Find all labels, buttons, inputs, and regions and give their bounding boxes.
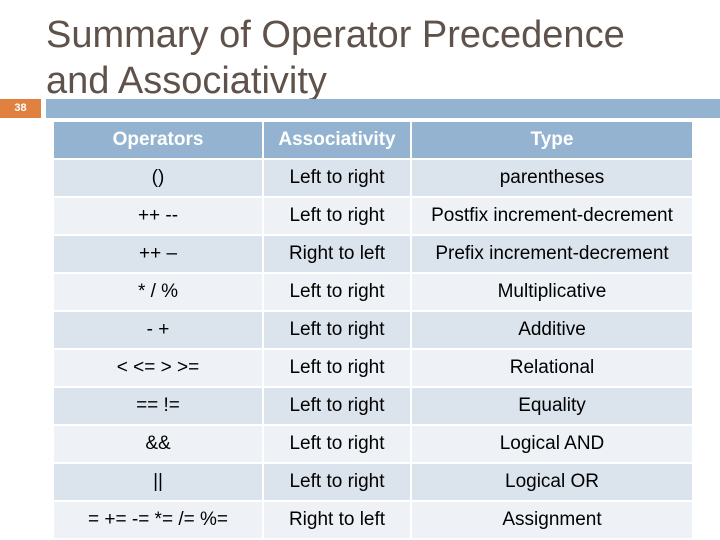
type-cell: Relational — [412, 350, 692, 386]
table-row: - + Left to right Additive — [54, 312, 692, 348]
type-cell: parentheses — [412, 160, 692, 196]
operators-cell: () — [54, 160, 262, 196]
table-row: && Left to right Logical AND — [54, 426, 692, 462]
slide-title: Summary of Operator Precedence and Assoc… — [46, 14, 625, 102]
type-cell: Multiplicative — [412, 274, 692, 310]
table-row: || Left to right Logical OR — [54, 464, 692, 500]
associativity-cell: Left to right — [264, 274, 410, 310]
operator-precedence-table: Operators Associativity Type () Left to r… — [52, 120, 694, 540]
operators-cell: && — [54, 426, 262, 462]
associativity-cell: Left to right — [264, 198, 410, 234]
operators-cell: - + — [54, 312, 262, 348]
table-row: == != Left to right Equality — [54, 388, 692, 424]
associativity-cell: Right to left — [264, 502, 410, 538]
type-cell: Logical OR — [412, 464, 692, 500]
table-row: () Left to right parentheses — [54, 160, 692, 196]
type-cell: Prefix increment-decrement — [412, 236, 692, 272]
associativity-cell: Left to right — [264, 312, 410, 348]
column-header-type: Type — [412, 122, 692, 158]
type-cell: Assignment — [412, 502, 692, 538]
operators-cell: ++ – — [54, 236, 262, 272]
type-cell: Additive — [412, 312, 692, 348]
table-row: * / % Left to right Multiplicative — [54, 274, 692, 310]
operators-cell: = += -= *= /= %= — [54, 502, 262, 538]
operators-cell: || — [54, 464, 262, 500]
associativity-cell: Right to left — [264, 236, 410, 272]
table-row: = += -= *= /= %= Right to left Assignment — [54, 502, 692, 538]
operators-cell: * / % — [54, 274, 262, 310]
associativity-cell: Left to right — [264, 426, 410, 462]
slide-number: 38 — [0, 99, 41, 118]
column-header-operators: Operators — [54, 122, 262, 158]
associativity-cell: Left to right — [264, 388, 410, 424]
operators-cell: == != — [54, 388, 262, 424]
associativity-cell: Left to right — [264, 464, 410, 500]
title-divider-bar — [46, 99, 720, 118]
type-cell: Postfix increment-decrement — [412, 198, 692, 234]
table-header-row: Operators Associativity Type — [54, 122, 692, 158]
type-cell: Equality — [412, 388, 692, 424]
type-cell: Logical AND — [412, 426, 692, 462]
table-row: < <= > >= Left to right Relational — [54, 350, 692, 386]
table-row: ++ – Right to left Prefix increment-decrem… — [54, 236, 692, 272]
table-row: ++ -- Left to right Postfix increment-decr… — [54, 198, 692, 234]
associativity-cell: Left to right — [264, 350, 410, 386]
column-header-associativity: Associativity — [264, 122, 410, 158]
operators-cell: ++ -- — [54, 198, 262, 234]
operators-cell: < <= > >= — [54, 350, 262, 386]
associativity-cell: Left to right — [264, 160, 410, 196]
